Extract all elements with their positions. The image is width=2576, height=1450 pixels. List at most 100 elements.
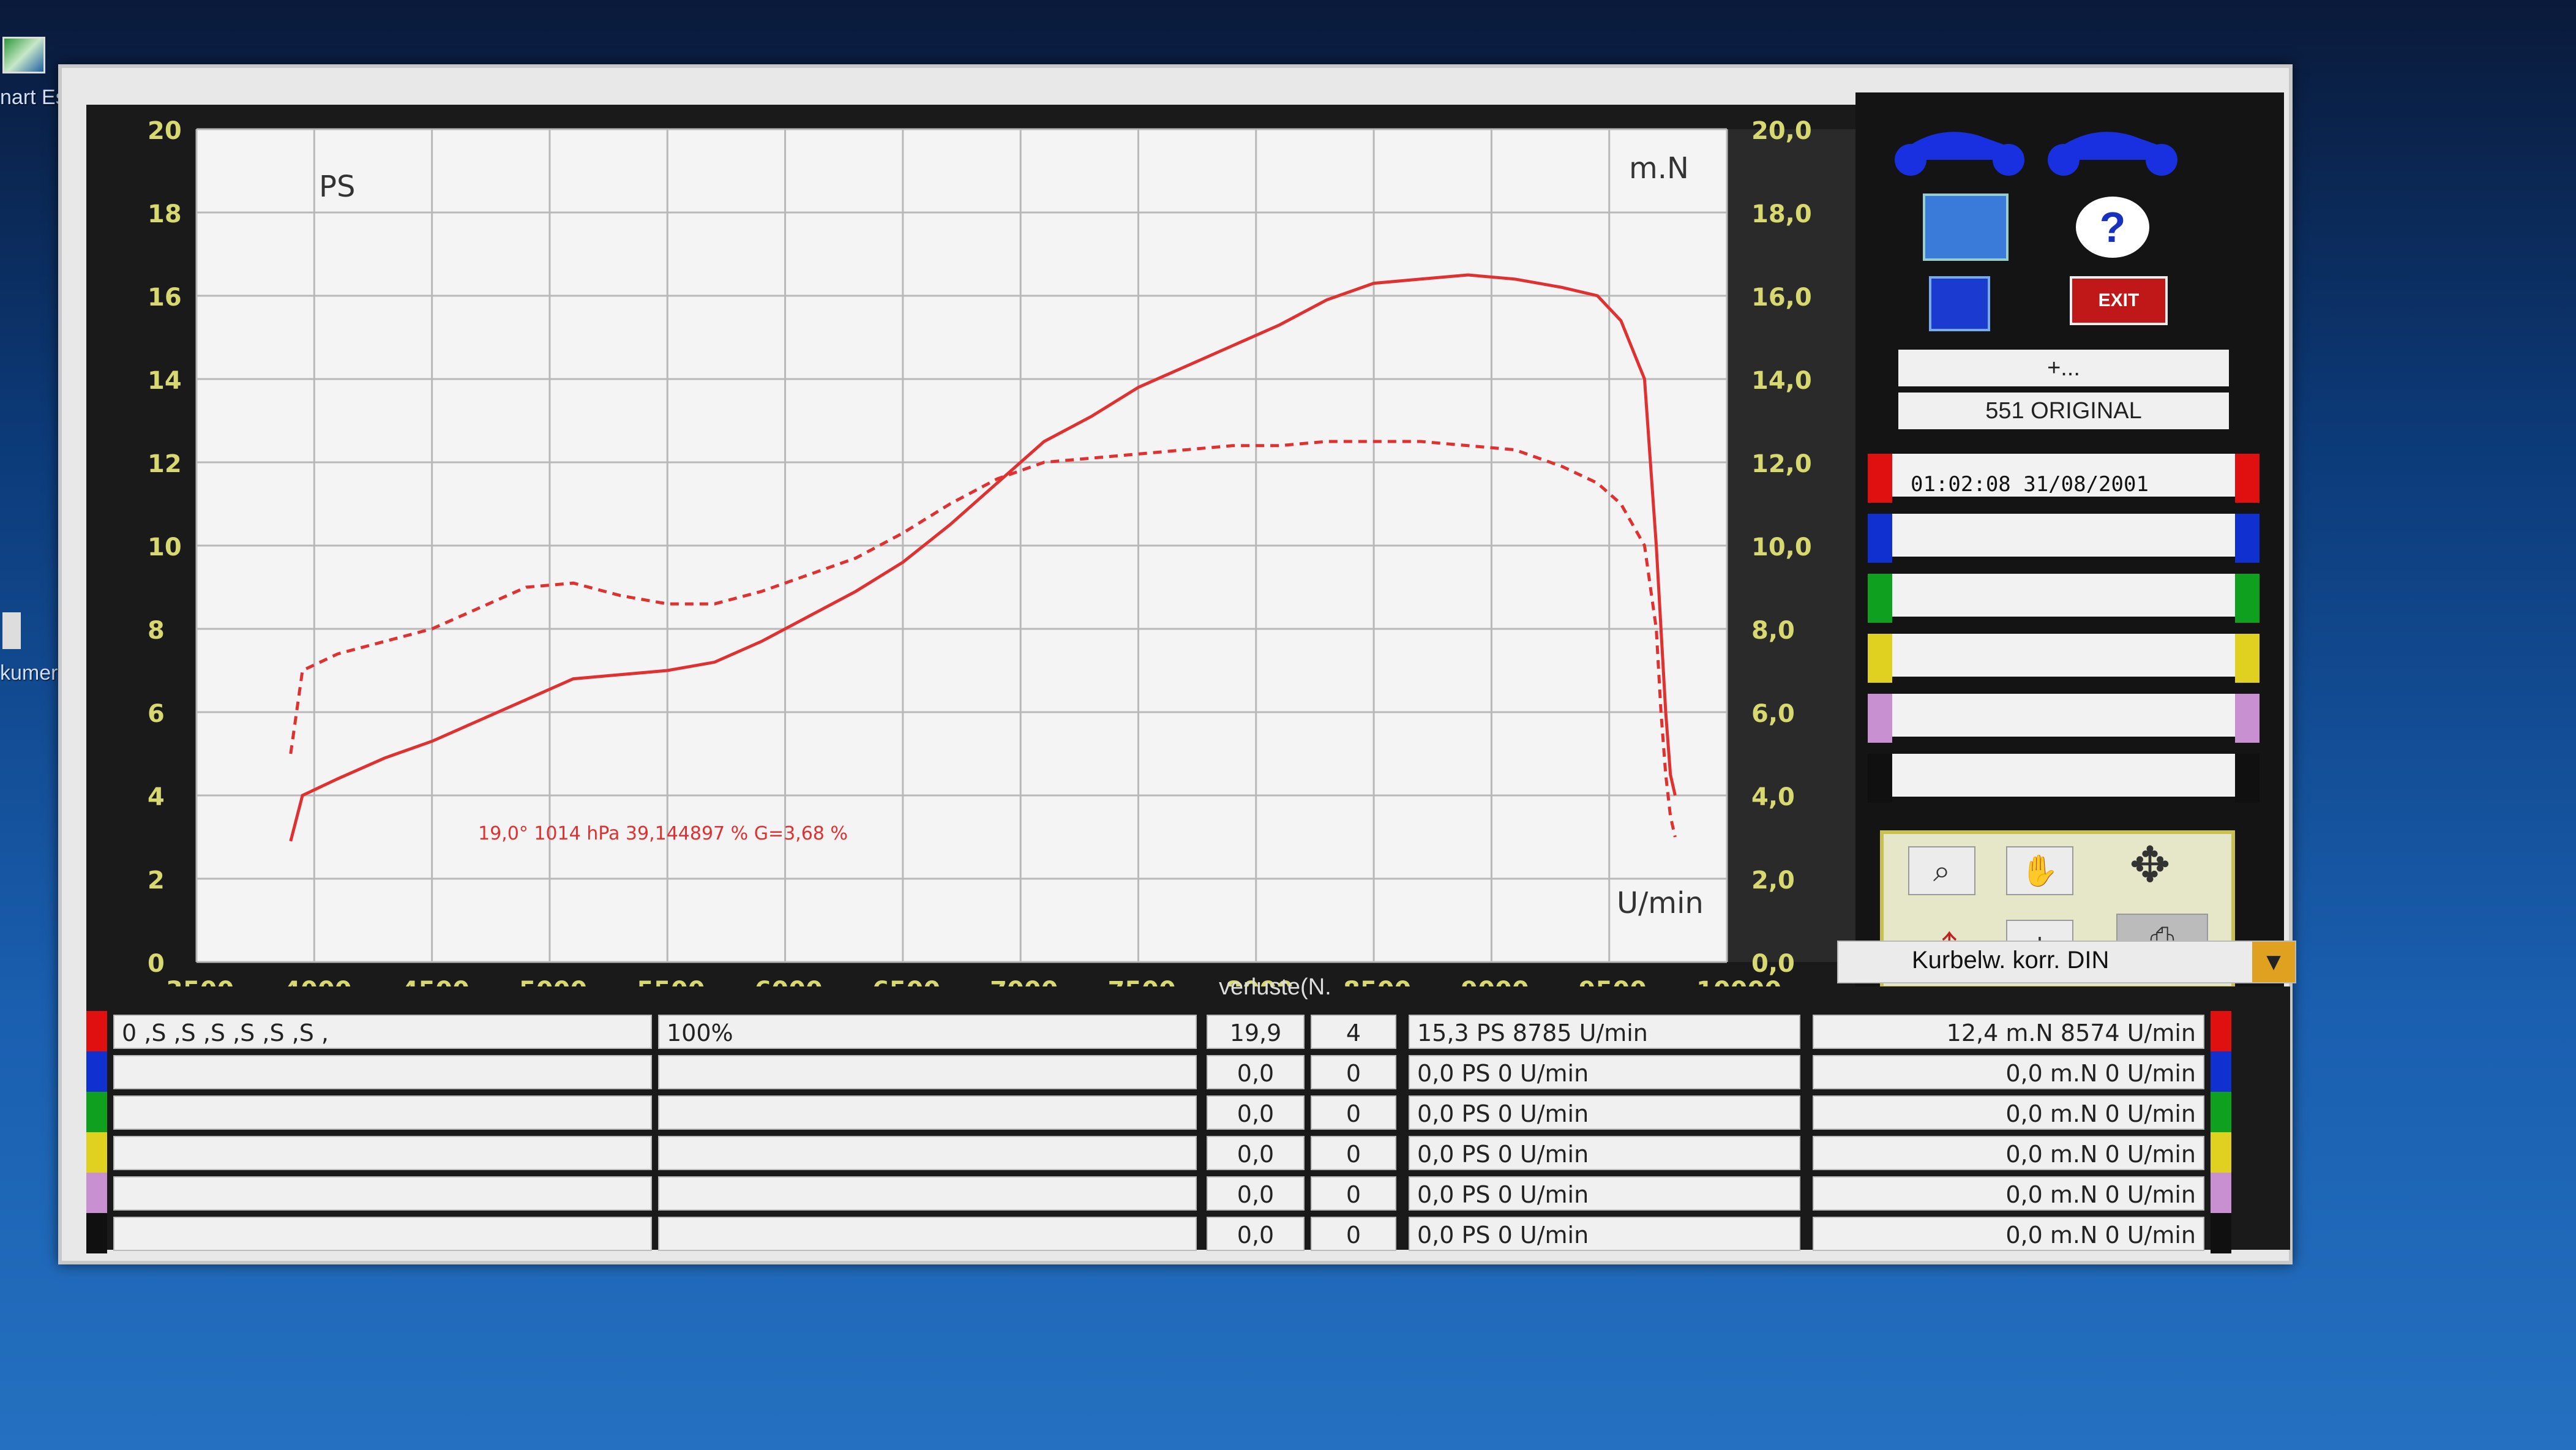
row-max-power: 0,0 PS 0 U/min [1409, 1176, 1800, 1211]
row-loss-count: 0 [1311, 1217, 1396, 1251]
row-field-2[interactable] [658, 1176, 1197, 1211]
run-slot[interactable]: 01:02:08 31/08/2001 [1868, 454, 2260, 503]
row-loss-count: 0 [1311, 1095, 1396, 1130]
row-loss-value: 19,9 [1207, 1015, 1305, 1049]
right-tick-label: 12,0 [1751, 450, 1812, 478]
add-run-button[interactable]: +... [1898, 350, 2229, 386]
slot-text [1892, 754, 2235, 797]
left-tick-label: 2 [148, 866, 165, 895]
right-axis-label: m.N [1629, 151, 1689, 186]
row-color-marker [86, 1092, 107, 1132]
desktop-icon-documents[interactable]: kumer [0, 612, 58, 685]
slot-color-right [2235, 694, 2260, 743]
row-max-power: 0,0 PS 0 U/min [1409, 1095, 1800, 1130]
motorcycle-icon-left[interactable] [1886, 117, 2033, 178]
row-field-1[interactable] [113, 1176, 652, 1211]
left-axis-label: PS [319, 170, 355, 204]
row-field-2[interactable] [658, 1136, 1197, 1170]
row-field-2[interactable]: 100% [658, 1015, 1197, 1049]
row-max-power: 0,0 PS 0 U/min [1409, 1136, 1800, 1170]
row-color-marker [86, 1213, 107, 1253]
row-color-marker-right [2211, 1092, 2231, 1132]
app-icon [2, 37, 45, 73]
run-slot[interactable] [1868, 634, 2260, 683]
row-loss-value: 0,0 [1207, 1217, 1305, 1251]
row-field-1[interactable] [113, 1136, 652, 1170]
left-tick-label: 18 [148, 200, 182, 228]
right-tick-label: 10,0 [1751, 533, 1812, 562]
row-field-1[interactable] [113, 1217, 652, 1251]
correction-dropdown[interactable]: Kurbelw. korr. DIN ▼ [1837, 941, 2296, 983]
chevron-down-icon[interactable]: ▼ [2252, 942, 2295, 982]
right-tick-label: 20,0 [1751, 117, 1812, 145]
results-table: verluste(N. 0 ,S ,S ,S ,S ,S ,S , 100% 1… [86, 974, 2290, 1253]
graph-settings-icon[interactable] [1923, 193, 2009, 261]
row-field-2[interactable] [658, 1217, 1197, 1251]
conditions-annotation: 19,0° 1014 hPa 39,144897 % G=3,68 % [478, 823, 848, 844]
right-tick-label: 14,0 [1751, 367, 1812, 395]
left-tick-label: 12 [148, 450, 182, 478]
row-field-1[interactable] [113, 1055, 652, 1089]
row-field-2[interactable] [658, 1055, 1197, 1089]
dyno-chart: 0 2 4 6 8 10 12 14 16 18 20 0,0 2,0 4,0 6,0 8,0 10,0 12,… [86, 105, 1923, 1017]
motorcycle-icon-right[interactable] [2039, 117, 2186, 178]
right-tick-label: 6,0 [1751, 700, 1795, 728]
run-slot[interactable] [1868, 574, 2260, 623]
slot-color-right [2235, 754, 2260, 803]
row-loss-count: 0 [1311, 1136, 1396, 1170]
zoom-icon[interactable]: ⌕ [1908, 846, 1975, 895]
right-tick-label: 4,0 [1751, 783, 1795, 811]
row-loss-count: 0 [1311, 1055, 1396, 1089]
chart-svg: 0 2 4 6 8 10 12 14 16 18 20 0,0 2,0 4,0 6,0 8,0 10,0 12,… [148, 117, 1886, 1005]
slot-color-right [2235, 574, 2260, 623]
run-slot[interactable] [1868, 694, 2260, 743]
row-max-torque: 0,0 m.N 0 U/min [1813, 1055, 2204, 1089]
row-field-1[interactable] [113, 1095, 652, 1130]
folder-icon [2, 612, 21, 649]
row-field-2[interactable] [658, 1095, 1197, 1130]
row-max-torque: 0,0 m.N 0 U/min [1813, 1217, 2204, 1251]
right-panel: ? EXIT +... 551 ORIGINAL 01:02:08 31/08/… [1855, 92, 2284, 1048]
left-tick-label: 20 [148, 117, 182, 145]
slot-color-right [2235, 514, 2260, 563]
save-icon[interactable] [1929, 276, 1990, 331]
row-loss-value: 0,0 [1207, 1055, 1305, 1089]
row-color-marker-right [2211, 1051, 2231, 1092]
slot-color-left [1868, 454, 1892, 503]
run-slot[interactable] [1868, 514, 2260, 563]
row-max-power: 0,0 PS 0 U/min [1409, 1217, 1800, 1251]
x-axis-label: U/min [1617, 886, 1704, 920]
help-icon[interactable]: ? [2073, 193, 2152, 261]
right-tick-label: 18,0 [1751, 200, 1812, 228]
move-icon[interactable]: ✥ [2116, 838, 2184, 892]
dropdown-value: Kurbelw. korr. DIN [1912, 947, 2110, 974]
table-row: 0,0 0 0,0 PS 0 U/min 0,0 m.N 0 U/min [86, 1092, 2290, 1132]
left-tick-label: 16 [148, 284, 182, 312]
slot-color-left [1868, 754, 1892, 803]
row-field-1[interactable]: 0 ,S ,S ,S ,S ,S ,S , [113, 1015, 652, 1049]
slot-text [1892, 694, 2235, 737]
row-color-marker [86, 1173, 107, 1213]
slot-text [1892, 514, 2235, 557]
run-slot[interactable] [1868, 754, 2260, 803]
row-color-marker-right [2211, 1173, 2231, 1213]
right-tick-label: 0,0 [1751, 950, 1795, 978]
table-row: 0,0 0 0,0 PS 0 U/min 0,0 m.N 0 U/min [86, 1051, 2290, 1092]
row-color-marker [86, 1011, 107, 1051]
slot-color-left [1868, 694, 1892, 743]
exit-icon[interactable]: EXIT [2070, 276, 2168, 325]
row-loss-value: 0,0 [1207, 1095, 1305, 1130]
row-max-torque: 0,0 m.N 0 U/min [1813, 1095, 2204, 1130]
left-tick-label: 10 [148, 533, 182, 562]
row-loss-count: 4 [1311, 1015, 1396, 1049]
left-tick-label: 0 [148, 950, 165, 978]
slot-color-left [1868, 514, 1892, 563]
right-tick-label: 2,0 [1751, 866, 1795, 895]
slot-text: 01:02:08 31/08/2001 [1892, 454, 2235, 497]
left-tick-label: 14 [148, 367, 182, 395]
slot-text [1892, 574, 2235, 617]
table-row: 0,0 0 0,0 PS 0 U/min 0,0 m.N 0 U/min [86, 1213, 2290, 1253]
slot-text [1892, 634, 2235, 677]
hand-icon[interactable]: ✋ [2006, 846, 2073, 895]
row-color-marker-right [2211, 1213, 2231, 1253]
